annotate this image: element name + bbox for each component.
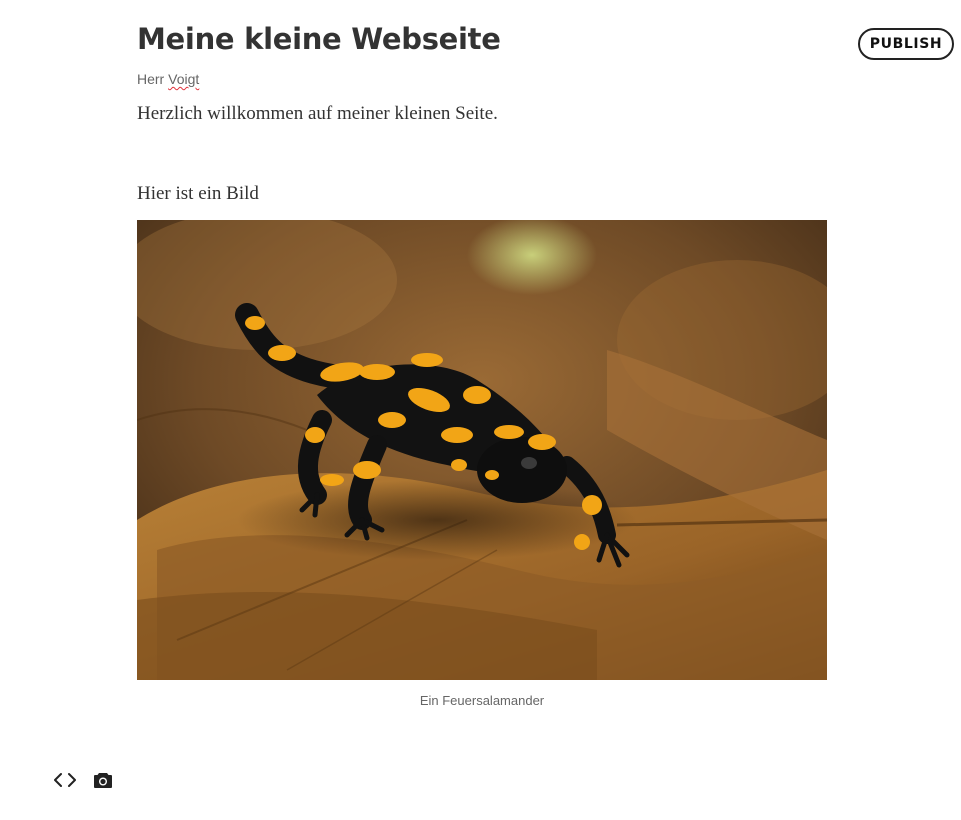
code-view-button[interactable]: [54, 770, 76, 790]
publish-button[interactable]: PUBLISH: [858, 28, 954, 60]
image-caption[interactable]: Ein Feuersalamander: [137, 693, 827, 708]
author-first: Herr: [137, 71, 165, 87]
page-title[interactable]: Meine kleine Webseite: [137, 22, 501, 56]
camera-icon: [94, 773, 112, 788]
code-brackets-icon: [54, 773, 76, 787]
paragraph-welcome[interactable]: Herzlich willkommen auf meiner kleinen S…: [137, 103, 498, 125]
salamander-image[interactable]: [137, 220, 827, 680]
paragraph-image-intro[interactable]: Hier ist ein Bild: [137, 183, 259, 205]
salamander-photo: [137, 220, 827, 680]
author-line[interactable]: Herr Voigt: [137, 71, 199, 87]
author-last: Voigt: [168, 71, 200, 87]
insert-image-button[interactable]: [93, 770, 113, 790]
